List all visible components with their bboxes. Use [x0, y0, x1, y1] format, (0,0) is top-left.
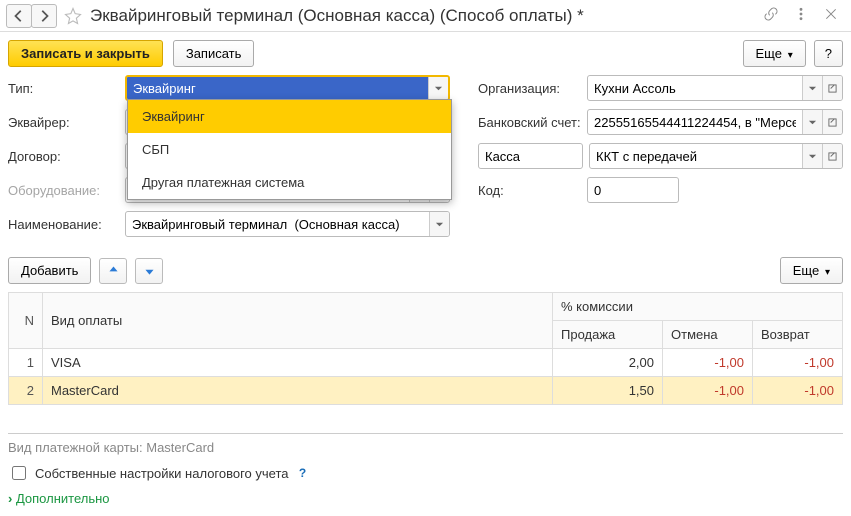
bank-acc-combo[interactable] [587, 109, 843, 135]
col-cancel: Отмена [663, 321, 753, 349]
bank-acc-input[interactable] [588, 110, 802, 134]
kebab-icon[interactable] [793, 6, 809, 25]
chevron-down-icon[interactable] [429, 212, 449, 236]
save-button[interactable]: Записать [173, 40, 255, 67]
save-close-button[interactable]: Записать и закрыть [8, 40, 163, 67]
nav-forward-button[interactable] [31, 4, 57, 28]
more-button[interactable]: Еще [743, 40, 806, 67]
window-title: Эквайринговый терминал (Основная касса) … [90, 6, 763, 26]
table-row[interactable]: 1 VISA 2,00 -1,00 -1,00 [9, 349, 843, 377]
chevron-down-icon[interactable] [802, 76, 822, 100]
move-up-button[interactable] [99, 258, 127, 284]
kassa-kind-input[interactable] [479, 144, 583, 168]
open-icon[interactable] [822, 76, 842, 100]
bank-acc-label: Банковский счет: [478, 115, 587, 130]
open-icon[interactable] [822, 144, 842, 168]
link-icon[interactable] [763, 6, 779, 25]
col-commission: % комиссии [553, 293, 843, 321]
kkt-combo[interactable] [589, 143, 843, 169]
org-input[interactable] [588, 76, 802, 100]
type-combo[interactable] [125, 75, 450, 101]
name-label: Наименование: [8, 217, 125, 232]
chevron-down-icon[interactable] [802, 144, 822, 168]
close-icon[interactable] [823, 6, 839, 25]
contract-label: Договор: [8, 149, 125, 164]
additional-toggle[interactable]: Дополнительно [8, 491, 843, 506]
name-combo[interactable] [125, 211, 450, 237]
acquirer-label: Эквайрер: [8, 115, 125, 130]
move-down-button[interactable] [135, 258, 163, 284]
col-paytype: Вид оплаты [43, 293, 553, 349]
col-sale: Продажа [553, 321, 663, 349]
table-row[interactable]: 2 MasterCard 1,50 -1,00 -1,00 [9, 377, 843, 405]
help-icon[interactable]: ? [295, 465, 311, 481]
kassa-kind-combo[interactable] [478, 143, 583, 169]
table-more-button[interactable]: Еще [780, 257, 843, 284]
dropdown-item-acquiring[interactable]: Эквайринг [128, 100, 451, 133]
card-type-info: Вид платежной карты: MasterCard [8, 433, 843, 455]
code-combo[interactable] [587, 177, 679, 203]
favorite-icon[interactable] [64, 7, 82, 25]
dropdown-item-sbp[interactable]: СБП [128, 133, 451, 166]
code-label: Код: [478, 183, 587, 198]
type-input[interactable] [127, 77, 428, 99]
kkt-input[interactable] [590, 144, 802, 168]
org-combo[interactable] [587, 75, 843, 101]
open-icon[interactable] [822, 110, 842, 134]
col-refund: Возврат [753, 321, 843, 349]
name-input[interactable] [126, 212, 429, 236]
own-tax-checkbox[interactable] [12, 466, 26, 480]
equipment-label: Оборудование: [8, 183, 125, 198]
col-n: N [9, 293, 43, 349]
nav-back-button[interactable] [6, 4, 32, 28]
code-input[interactable] [588, 178, 679, 202]
org-label: Организация: [478, 81, 587, 96]
own-tax-label: Собственные настройки налогового учета [35, 466, 289, 481]
type-dropdown-icon[interactable] [428, 77, 448, 99]
payment-table: N Вид оплаты % комиссии Продажа Отмена В… [8, 292, 843, 405]
help-button[interactable]: ? [814, 40, 843, 67]
dropdown-item-other[interactable]: Другая платежная система [128, 166, 451, 199]
add-button[interactable]: Добавить [8, 257, 91, 284]
type-dropdown[interactable]: Эквайринг СБП Другая платежная система [127, 99, 452, 200]
chevron-down-icon[interactable] [802, 110, 822, 134]
type-label: Тип: [8, 81, 125, 96]
